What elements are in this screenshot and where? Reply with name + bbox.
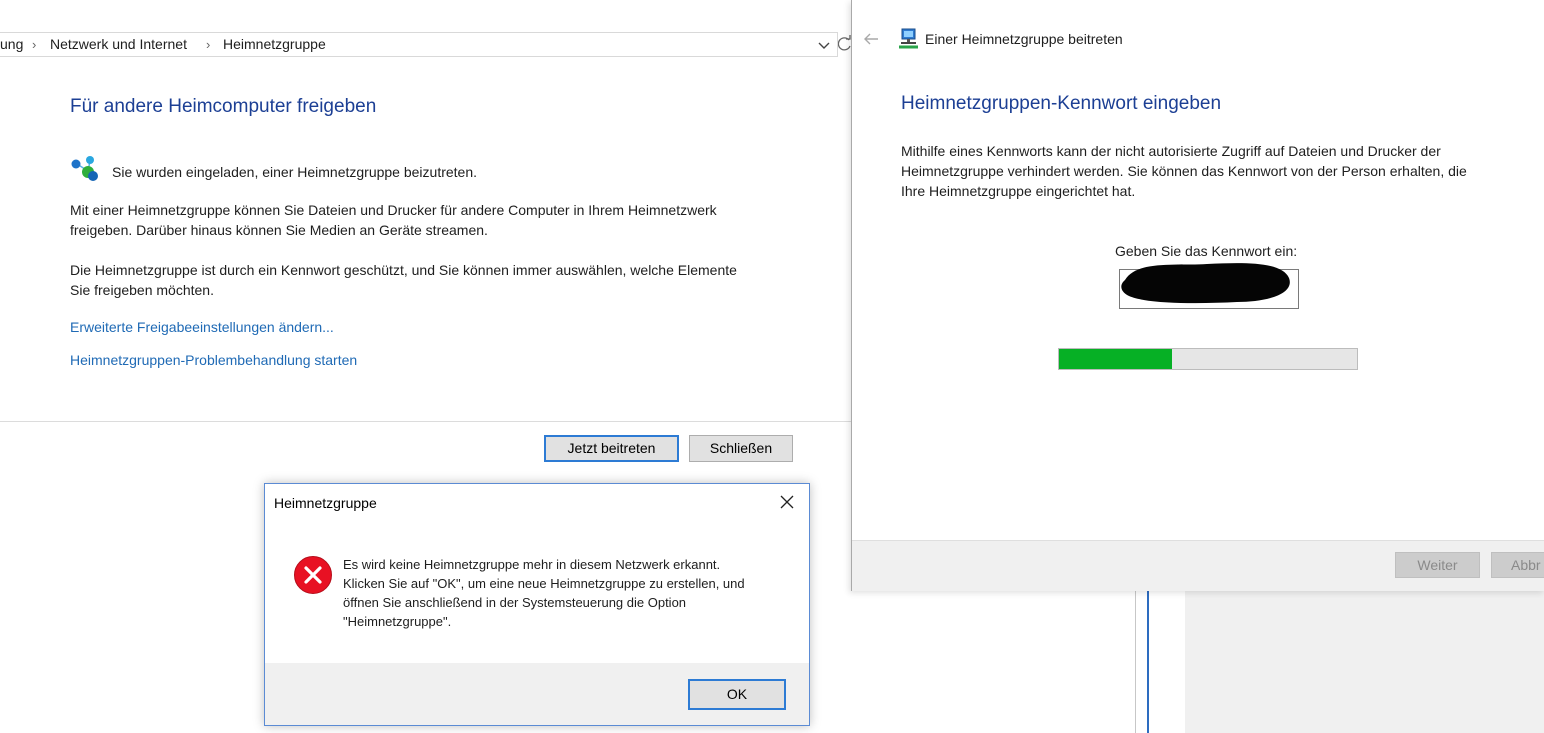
advanced-sharing-link[interactable]: Erweiterte Freigabeeinstellungen ändern.… bbox=[70, 319, 334, 335]
divider bbox=[0, 421, 852, 422]
dialog-footer: OK bbox=[265, 663, 809, 725]
password-field[interactable] bbox=[1119, 263, 1299, 309]
breadcrumb-item[interactable]: ung bbox=[0, 33, 23, 56]
page-title: Für andere Heimcomputer freigeben bbox=[70, 96, 377, 117]
selection-indicator bbox=[1147, 590, 1149, 733]
error-message-line: Klicken Sie auf "OK", um eine neue Heimn… bbox=[343, 576, 745, 591]
breadcrumb-separator-icon: › bbox=[206, 37, 211, 52]
error-message-line: Es wird keine Heimnetzgruppe mehr in die… bbox=[343, 557, 721, 572]
error-icon bbox=[293, 555, 333, 595]
back-arrow-icon[interactable] bbox=[862, 30, 882, 48]
error-message-line: "Heimnetzgruppe". bbox=[343, 614, 452, 629]
divider bbox=[1135, 590, 1136, 733]
error-dialog: Heimnetzgruppe Es wird keine Heimnetzgru… bbox=[264, 483, 810, 726]
wizard-footer: Weiter Abbr bbox=[852, 540, 1544, 591]
error-message: Es wird keine Heimnetzgruppe mehr in die… bbox=[343, 555, 745, 631]
description-line: Sie freigeben möchten. bbox=[70, 282, 214, 298]
join-homegroup-wizard: Einer Heimnetzgruppe beitreten Heimnetzg… bbox=[851, 0, 1544, 591]
progress-bar-fill bbox=[1059, 349, 1173, 369]
minimize-icon[interactable] bbox=[1470, 0, 1482, 2]
close-button[interactable]: Schließen bbox=[689, 435, 793, 462]
close-icon[interactable] bbox=[776, 491, 798, 513]
error-message-line: öffnen Sie anschließend in der Systemste… bbox=[343, 595, 687, 610]
homegroup-icon bbox=[70, 155, 102, 183]
maximize-icon[interactable] bbox=[1524, 0, 1536, 6]
description-line: freigeben. Darüber hinaus können Sie Med… bbox=[70, 222, 488, 238]
redaction-scribble bbox=[1121, 263, 1290, 304]
chevron-down-icon[interactable] bbox=[818, 34, 830, 63]
wizard-description-line: Heimnetzgruppe verhindert werden. Sie kö… bbox=[901, 163, 1467, 179]
wizard-description-line: Ihre Heimnetzgruppe eingerichtet hat. bbox=[901, 183, 1136, 199]
breadcrumb-item[interactable]: Heimnetzgruppe bbox=[223, 33, 326, 56]
troubleshoot-link[interactable]: Heimnetzgruppen-Problembehandlung starte… bbox=[70, 352, 357, 368]
breadcrumb-item[interactable]: Netzwerk und Internet bbox=[50, 33, 187, 56]
refresh-icon[interactable] bbox=[837, 32, 852, 57]
join-now-button[interactable]: Jetzt beitreten bbox=[544, 435, 679, 462]
breadcrumb-separator-icon: › bbox=[32, 37, 37, 52]
next-button[interactable]: Weiter bbox=[1395, 552, 1480, 578]
cancel-button[interactable]: Abbr bbox=[1491, 552, 1544, 578]
description-line: Die Heimnetzgruppe ist durch ein Kennwor… bbox=[70, 262, 737, 278]
window-title: Einer Heimnetzgruppe beitreten bbox=[925, 31, 1123, 47]
background-panel bbox=[1185, 590, 1544, 733]
description-line: Mit einer Heimnetzgruppe können Sie Date… bbox=[70, 202, 717, 218]
ok-button[interactable]: OK bbox=[688, 679, 786, 710]
wizard-description-line: Mithilfe eines Kennworts kann der nicht … bbox=[901, 143, 1441, 159]
network-join-icon bbox=[899, 28, 919, 50]
progress-bar bbox=[1058, 348, 1358, 370]
dialog-title: Heimnetzgruppe bbox=[274, 495, 377, 511]
invitation-text: Sie wurden eingeladen, einer Heimnetzgru… bbox=[112, 164, 478, 180]
wizard-heading: Heimnetzgruppen-Kennwort eingeben bbox=[901, 93, 1222, 114]
address-bar[interactable]: ung › Netzwerk und Internet › Heimnetzgr… bbox=[0, 32, 838, 57]
